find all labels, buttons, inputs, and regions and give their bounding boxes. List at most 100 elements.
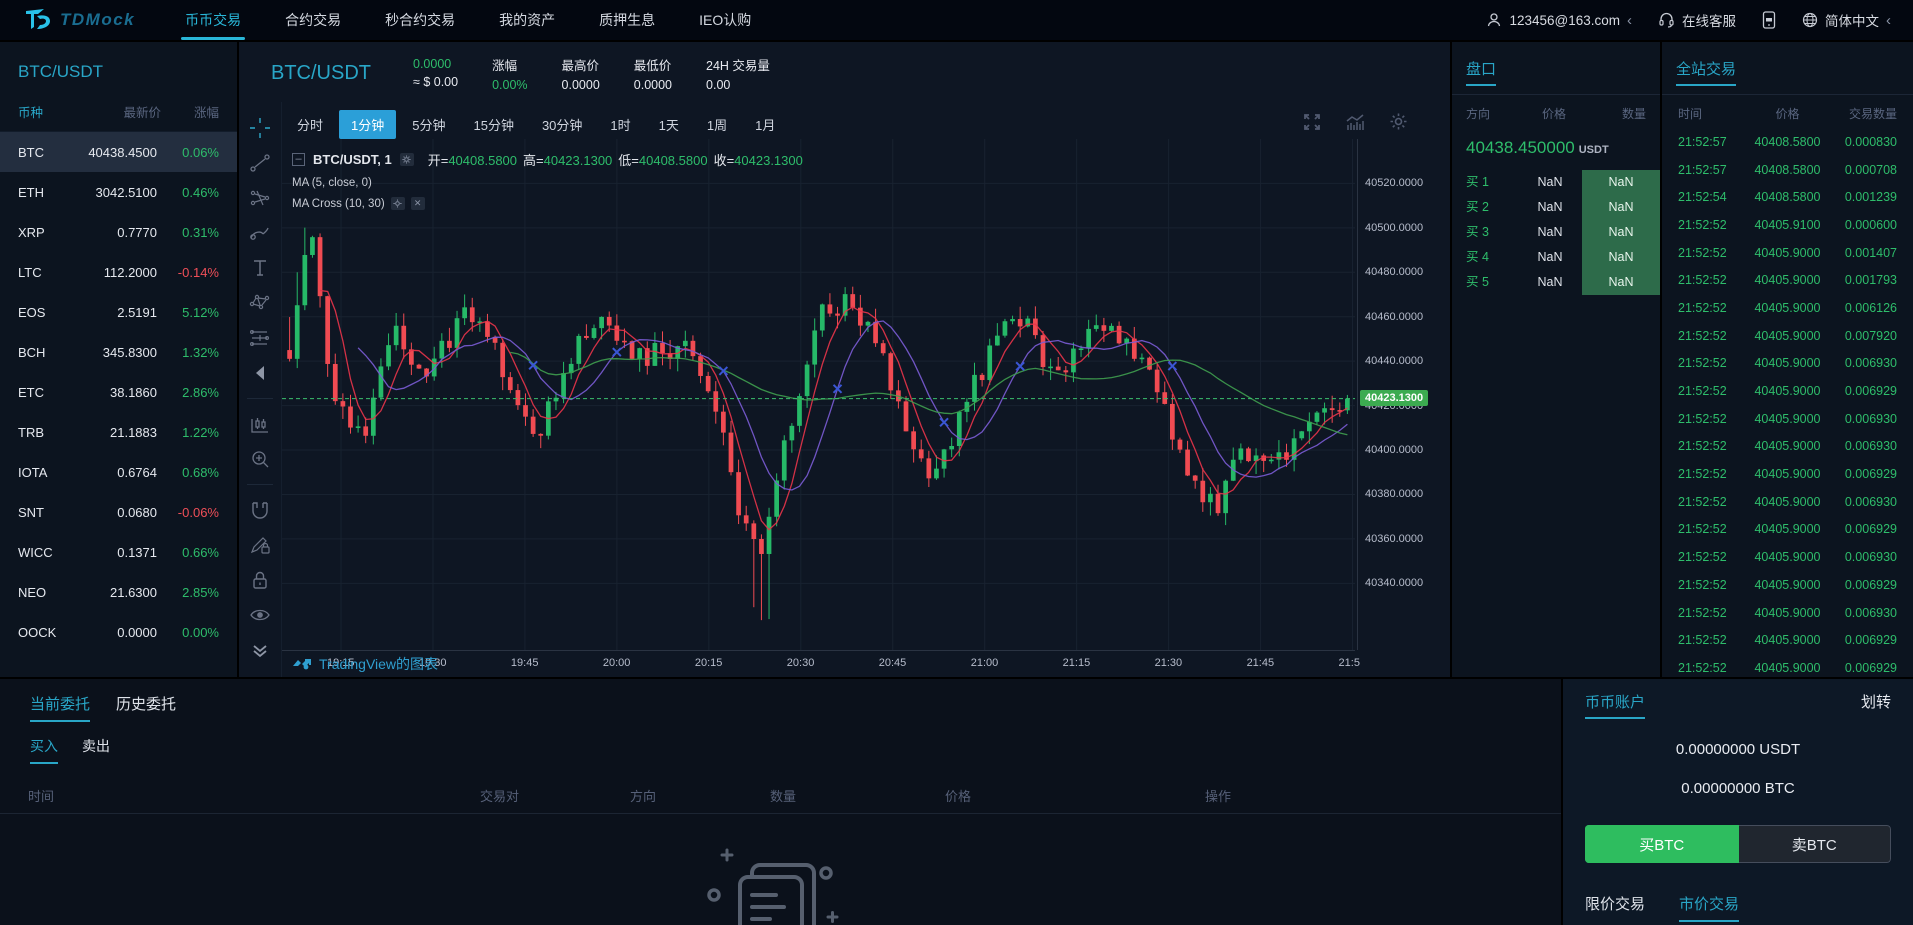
- watchlist-row-bch[interactable]: BCH345.83001.32%: [0, 332, 237, 372]
- orders-panel: 当前委托历史委托 买入卖出 时间交易对方向数量价格操作: [0, 679, 1561, 925]
- trade-price: 40405.9000: [1750, 661, 1825, 675]
- last-price-tag: 40423.1300: [1360, 390, 1428, 406]
- coin-change: 0.00%: [171, 625, 219, 640]
- orders-table-headers: 时间交易对方向数量价格操作: [0, 780, 1561, 814]
- watchlist-row-eth[interactable]: ETH3042.51000.46%: [0, 172, 237, 212]
- watchlist-row-oock[interactable]: OOCK0.00000.00%: [0, 612, 237, 652]
- timeframe-1月[interactable]: 1月: [743, 110, 787, 139]
- timeframe-分时[interactable]: 分时: [285, 110, 335, 139]
- time-tick: 20:30: [787, 657, 815, 669]
- timeframe-5分钟[interactable]: 5分钟: [400, 110, 457, 139]
- transfer-link[interactable]: 划转: [1861, 691, 1891, 712]
- lock-icon[interactable]: [247, 568, 273, 592]
- chart-plot[interactable]: – BTC/USDT, 1 开=40408.5800高=40423.1300低=…: [282, 139, 1355, 650]
- language-selector[interactable]: 简体中文 ‹: [1802, 10, 1891, 30]
- online-service[interactable]: 在线客服: [1658, 10, 1736, 30]
- collapse-icon[interactable]: –: [292, 153, 305, 166]
- orders-col-header: 数量: [770, 786, 796, 805]
- nav-item-3[interactable]: 秒合约交易: [363, 0, 477, 40]
- indicator-gear-icon[interactable]: [391, 197, 405, 210]
- nav-item-2[interactable]: 合约交易: [263, 0, 363, 40]
- trade-price: 40408.5800: [1750, 163, 1825, 177]
- orderbook-row[interactable]: 买 3NaNNaN: [1452, 220, 1660, 245]
- trade-price: 40405.9000: [1750, 467, 1825, 481]
- buy-btc-button[interactable]: 买BTC: [1585, 825, 1739, 863]
- user-menu[interactable]: 123456@163.com ‹: [1486, 12, 1632, 28]
- indicator-close-icon[interactable]: ✕: [411, 197, 425, 210]
- orders-tab[interactable]: 当前委托: [30, 693, 90, 722]
- watchlist-headers: 币种 最新价 涨幅: [0, 96, 237, 132]
- brush-icon[interactable]: [247, 221, 273, 245]
- bid-amount: NaN: [1582, 245, 1660, 270]
- watchlist-row-btc[interactable]: BTC40438.45000.06%: [0, 132, 237, 172]
- watchlist-row-etc[interactable]: ETC38.18602.86%: [0, 372, 237, 412]
- edit-lock-icon[interactable]: [247, 533, 273, 557]
- trade-amount: 0.006930: [1825, 606, 1897, 620]
- sell-btc-button[interactable]: 卖BTC: [1739, 825, 1892, 863]
- long-position-icon[interactable]: [247, 326, 273, 350]
- pair-title: BTC/USDT: [239, 62, 413, 85]
- indicators-icon[interactable]: [1345, 113, 1365, 131]
- timeframe-30分钟[interactable]: 30分钟: [530, 110, 594, 139]
- watchlist-row-snt[interactable]: SNT0.0680-0.06%: [0, 492, 237, 532]
- eye-icon[interactable]: [247, 603, 273, 627]
- watchlist-row-eos[interactable]: EOS2.51915.12%: [0, 292, 237, 332]
- trade-price: 40405.9000: [1750, 412, 1825, 426]
- time-axis[interactable]: 19:1519:3019:4520:0020:1520:3020:4521:00…: [282, 650, 1355, 674]
- watchlist-row-neo[interactable]: NEO21.63002.85%: [0, 572, 237, 612]
- timeframe-15分钟[interactable]: 15分钟: [461, 110, 525, 139]
- coin-price: 2.5191: [78, 305, 171, 320]
- trend-line-icon[interactable]: [247, 151, 273, 175]
- coin-symbol: ETC: [18, 385, 78, 400]
- nav-item-6[interactable]: IEO认购: [677, 0, 773, 40]
- timeframe-1分钟[interactable]: 1分钟: [339, 110, 396, 139]
- watchlist-row-iota[interactable]: IOTA0.67640.68%: [0, 452, 237, 492]
- pitchfork-icon[interactable]: [247, 186, 273, 210]
- orderbook-row[interactable]: 买 4NaNNaN: [1452, 245, 1660, 270]
- trade-time: 21:52:57: [1678, 163, 1750, 177]
- coin-change: -0.14%: [171, 265, 219, 280]
- text-icon[interactable]: [247, 256, 273, 280]
- fullscreen-icon[interactable]: [1303, 113, 1321, 131]
- price-axis[interactable]: 40520.000040500.000040480.000040460.0000…: [1357, 139, 1450, 650]
- orderbook-row[interactable]: 买 5NaNNaN: [1452, 270, 1660, 295]
- forecast-bars-icon[interactable]: [247, 412, 273, 436]
- xabcd-pattern-icon[interactable]: [247, 291, 273, 315]
- side-tab[interactable]: 卖出: [82, 736, 110, 764]
- app-download[interactable]: [1762, 11, 1776, 29]
- trade-side-buttons: 买BTC 卖BTC: [1585, 825, 1891, 863]
- logo[interactable]: TDMock: [0, 7, 163, 33]
- orderbook-row[interactable]: 买 2NaNNaN: [1452, 195, 1660, 220]
- orders-tab[interactable]: 历史委托: [116, 693, 176, 722]
- order-type-tab[interactable]: 市价交易: [1679, 893, 1739, 922]
- collapse-down-icon[interactable]: [247, 638, 273, 662]
- nav-item-4[interactable]: 我的资产: [477, 0, 577, 40]
- tradingview-attribution[interactable]: TradingView的图表: [292, 654, 438, 674]
- nav-item-5[interactable]: 质押生息: [577, 0, 677, 40]
- zoom-in-icon[interactable]: [247, 447, 273, 471]
- timeframe-1天[interactable]: 1天: [647, 110, 691, 139]
- trade-time: 21:52:52: [1678, 412, 1750, 426]
- side-tab[interactable]: 买入: [30, 736, 58, 764]
- trade-time: 21:52:52: [1678, 578, 1750, 592]
- trade-row: 21:52:5240405.90000.006930: [1662, 599, 1913, 627]
- timeframe-1时[interactable]: 1时: [598, 110, 642, 139]
- magnet-icon[interactable]: [247, 498, 273, 522]
- crosshair-icon[interactable]: [247, 116, 273, 140]
- main-menu: 币币交易合约交易秒合约交易我的资产质押生息IEO认购: [163, 0, 773, 40]
- order-type-tab[interactable]: 限价交易: [1585, 893, 1645, 922]
- watchlist-row-trb[interactable]: TRB21.18831.22%: [0, 412, 237, 452]
- arrow-left-icon[interactable]: [247, 361, 273, 385]
- watchlist-row-ltc[interactable]: LTC112.2000-0.14%: [0, 252, 237, 292]
- legend-gear-icon[interactable]: [400, 153, 414, 166]
- nav-item-1[interactable]: 币币交易: [163, 0, 263, 40]
- watchlist-row-wicc[interactable]: WICC0.13710.66%: [0, 532, 237, 572]
- timeframe-1周[interactable]: 1周: [695, 110, 739, 139]
- time-tick: 21:30: [1155, 657, 1183, 669]
- watchlist-row-xrp[interactable]: XRP0.77700.31%: [0, 212, 237, 252]
- settings-gear-icon[interactable]: [1389, 112, 1408, 131]
- account-title[interactable]: 币币账户: [1585, 691, 1645, 719]
- globe-icon: [1802, 12, 1818, 28]
- bid-price: NaN: [1518, 245, 1582, 270]
- orderbook-row[interactable]: 买 1NaNNaN: [1452, 170, 1660, 195]
